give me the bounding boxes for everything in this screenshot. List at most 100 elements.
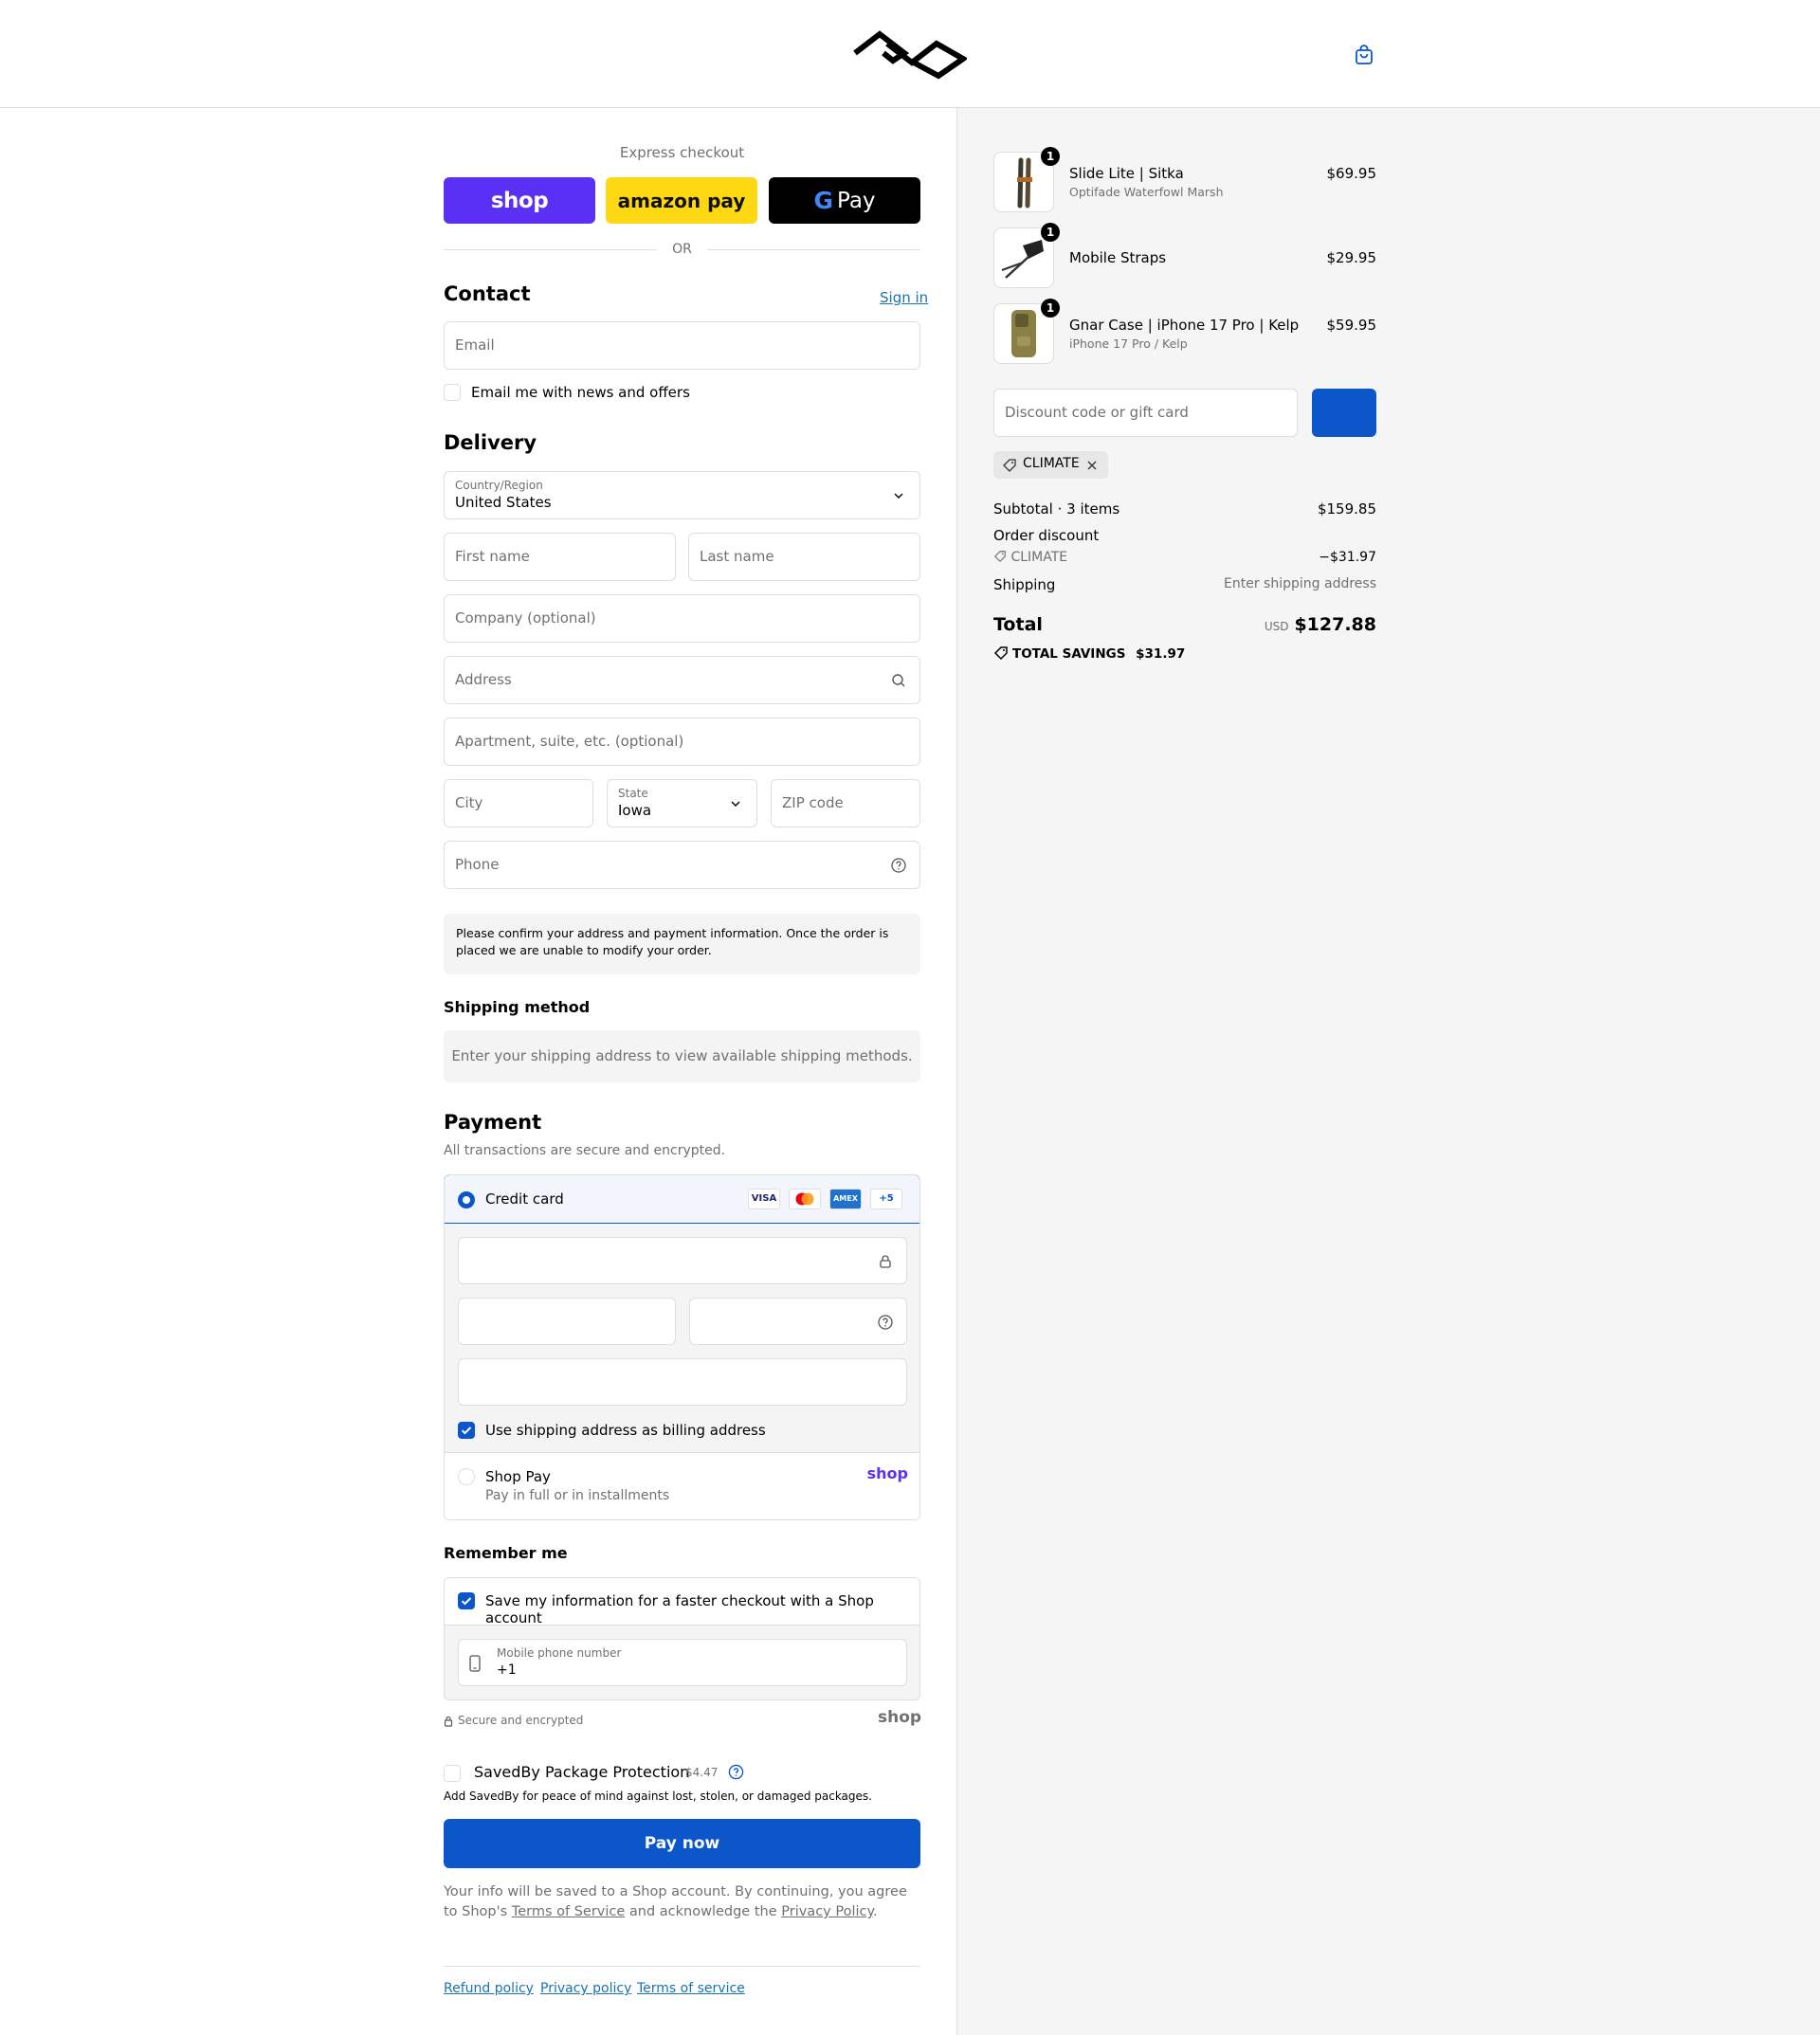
order-discount-row: Order discount xyxy=(993,527,1376,544)
remember-box: Save my information for a faster checkou… xyxy=(444,1577,920,1700)
remember-title: Remember me xyxy=(444,1544,568,1562)
total-value: $127.88 xyxy=(1294,614,1376,635)
shop-pay-option[interactable]: Shop Pay Pay in full or in installments … xyxy=(445,1453,919,1519)
item-price: $29.95 xyxy=(1326,249,1377,266)
refund-policy-link[interactable]: Refund policy xyxy=(444,1981,534,1996)
email-field[interactable]: Email xyxy=(444,321,920,370)
legal-text-2: and acknowledge the xyxy=(628,1904,777,1919)
visa-icon: VISA xyxy=(748,1189,780,1209)
google-g-icon: G xyxy=(813,187,833,214)
email-placeholder: Email xyxy=(455,336,495,354)
last-name-field[interactable]: Last name xyxy=(688,533,920,581)
apartment-field[interactable]: Apartment, suite, etc. (optional) xyxy=(444,718,920,766)
discount-code-row: CLIMATE −$31.97 xyxy=(993,550,1376,565)
state-value: Iowa xyxy=(618,802,652,819)
contact-title: Contact xyxy=(444,282,531,305)
privacy-policy-link[interactable]: Privacy policy xyxy=(540,1981,631,1996)
legal-period: . xyxy=(873,1904,878,1919)
chevron-down-icon xyxy=(894,493,903,499)
lock-icon xyxy=(880,1255,891,1268)
help-circle-icon[interactable] xyxy=(890,857,907,874)
shop-terms-link[interactable]: Terms of Service xyxy=(512,1904,625,1919)
card-name-field[interactable] xyxy=(458,1358,907,1406)
credit-card-option[interactable]: Credit card VISA AMEX +5 xyxy=(445,1175,919,1224)
google-pay-label: Pay xyxy=(836,188,876,213)
payment-subtitle: All transactions are secure and encrypte… xyxy=(444,1143,726,1158)
phone-field[interactable]: Phone xyxy=(444,841,920,889)
shipping-method-message: Enter your shipping address to view avai… xyxy=(444,1030,920,1082)
quantity-badge: 1 xyxy=(1041,299,1060,318)
peak-design-logo[interactable] xyxy=(851,28,967,80)
total-label: Total xyxy=(993,614,1043,635)
order-discount-label: Order discount xyxy=(993,527,1100,544)
chevron-down-icon xyxy=(731,801,740,807)
help-circle-icon[interactable] xyxy=(728,1764,744,1780)
total-amount: USD $127.88 xyxy=(1265,614,1376,635)
credit-card-radio[interactable] xyxy=(458,1191,475,1208)
city-placeholder: City xyxy=(455,794,483,811)
shop-logo: shop xyxy=(866,1464,908,1482)
first-name-field[interactable]: First name xyxy=(444,533,676,581)
address-placeholder: Address xyxy=(455,671,512,688)
discount-placeholder: Discount code or gift card xyxy=(1005,404,1189,421)
footer-divider xyxy=(444,1966,920,1967)
payment-options: Credit card VISA AMEX +5 Use shipping ad… xyxy=(444,1174,920,1520)
mobile-phone-value: +1 xyxy=(497,1663,517,1678)
zip-field[interactable]: ZIP code xyxy=(771,779,920,827)
amex-icon: AMEX xyxy=(829,1189,862,1209)
subtotal-value: $159.85 xyxy=(1317,500,1376,518)
express-checkout-label: Express checkout xyxy=(619,144,745,161)
mobile-phone-field[interactable]: Mobile phone number +1 xyxy=(458,1639,907,1686)
last-name-placeholder: Last name xyxy=(700,548,774,565)
item-variant: Optifade Waterfowl Marsh xyxy=(1069,185,1224,199)
item-name: Mobile Straps xyxy=(1069,249,1167,266)
news-checkbox[interactable] xyxy=(444,384,461,401)
country-value: United States xyxy=(455,494,552,511)
card-expiry-field[interactable] xyxy=(458,1298,676,1345)
discount-code-field[interactable]: Discount code or gift card xyxy=(993,389,1298,437)
city-field[interactable]: City xyxy=(444,779,593,827)
state-select[interactable]: State Iowa xyxy=(607,779,757,827)
apply-discount-button[interactable] xyxy=(1312,389,1376,437)
shipping-value: Enter shipping address xyxy=(1224,576,1376,591)
tag-icon xyxy=(993,551,1006,563)
item-variant: iPhone 17 Pro / Kelp xyxy=(1069,336,1188,351)
company-placeholder: Company (optional) xyxy=(455,609,596,627)
header xyxy=(0,0,1820,108)
pay-now-button[interactable]: Pay now xyxy=(444,1819,920,1868)
address-field[interactable]: Address xyxy=(444,656,920,704)
billing-checkbox[interactable] xyxy=(458,1422,475,1439)
company-field[interactable]: Company (optional) xyxy=(444,594,920,643)
help-circle-icon[interactable] xyxy=(877,1314,894,1331)
shop-privacy-link[interactable]: Privacy Policy xyxy=(781,1904,873,1919)
phone-placeholder: Phone xyxy=(455,856,500,873)
amazon-pay-button[interactable]: amazon pay xyxy=(606,177,757,224)
total-savings-row: TOTAL SAVINGS $31.97 xyxy=(993,645,1376,662)
card-cvv-field[interactable] xyxy=(689,1298,907,1345)
currency-label: USD xyxy=(1264,620,1289,633)
mobile-phone-icon xyxy=(469,1655,481,1672)
shop-pay-radio[interactable] xyxy=(458,1468,475,1485)
savedby-description: Add SavedBy for peace of mind against lo… xyxy=(444,1790,872,1803)
google-pay-button[interactable]: G Pay xyxy=(769,177,920,224)
subtotal-row: Subtotal · 3 items $159.85 xyxy=(993,500,1376,518)
country-select[interactable]: Country/Region United States xyxy=(444,471,920,519)
total-savings-value: $31.97 xyxy=(1136,646,1186,662)
terms-of-service-link[interactable]: Terms of service xyxy=(637,1981,745,1996)
save-info-row[interactable]: Save my information for a faster checkou… xyxy=(445,1578,919,1626)
item-price: $59.95 xyxy=(1326,317,1377,334)
apartment-placeholder: Apartment, suite, etc. (optional) xyxy=(455,733,684,750)
sign-in-link[interactable]: Sign in xyxy=(880,289,928,306)
save-info-checkbox[interactable] xyxy=(458,1592,475,1609)
shop-pay-button[interactable]: shop xyxy=(444,177,595,224)
card-number-field[interactable] xyxy=(458,1237,907,1284)
bag-icon[interactable] xyxy=(1353,44,1375,66)
discount-code-value: −$31.97 xyxy=(1319,550,1376,565)
lock-icon xyxy=(444,1716,453,1727)
close-icon[interactable] xyxy=(1086,460,1098,471)
savedby-checkbox[interactable] xyxy=(444,1765,461,1782)
savedby-label: SavedBy Package Protection xyxy=(474,1763,690,1781)
zip-placeholder: ZIP code xyxy=(782,794,844,811)
search-icon xyxy=(892,674,905,687)
savedby-price: $4.47 xyxy=(685,1766,719,1779)
